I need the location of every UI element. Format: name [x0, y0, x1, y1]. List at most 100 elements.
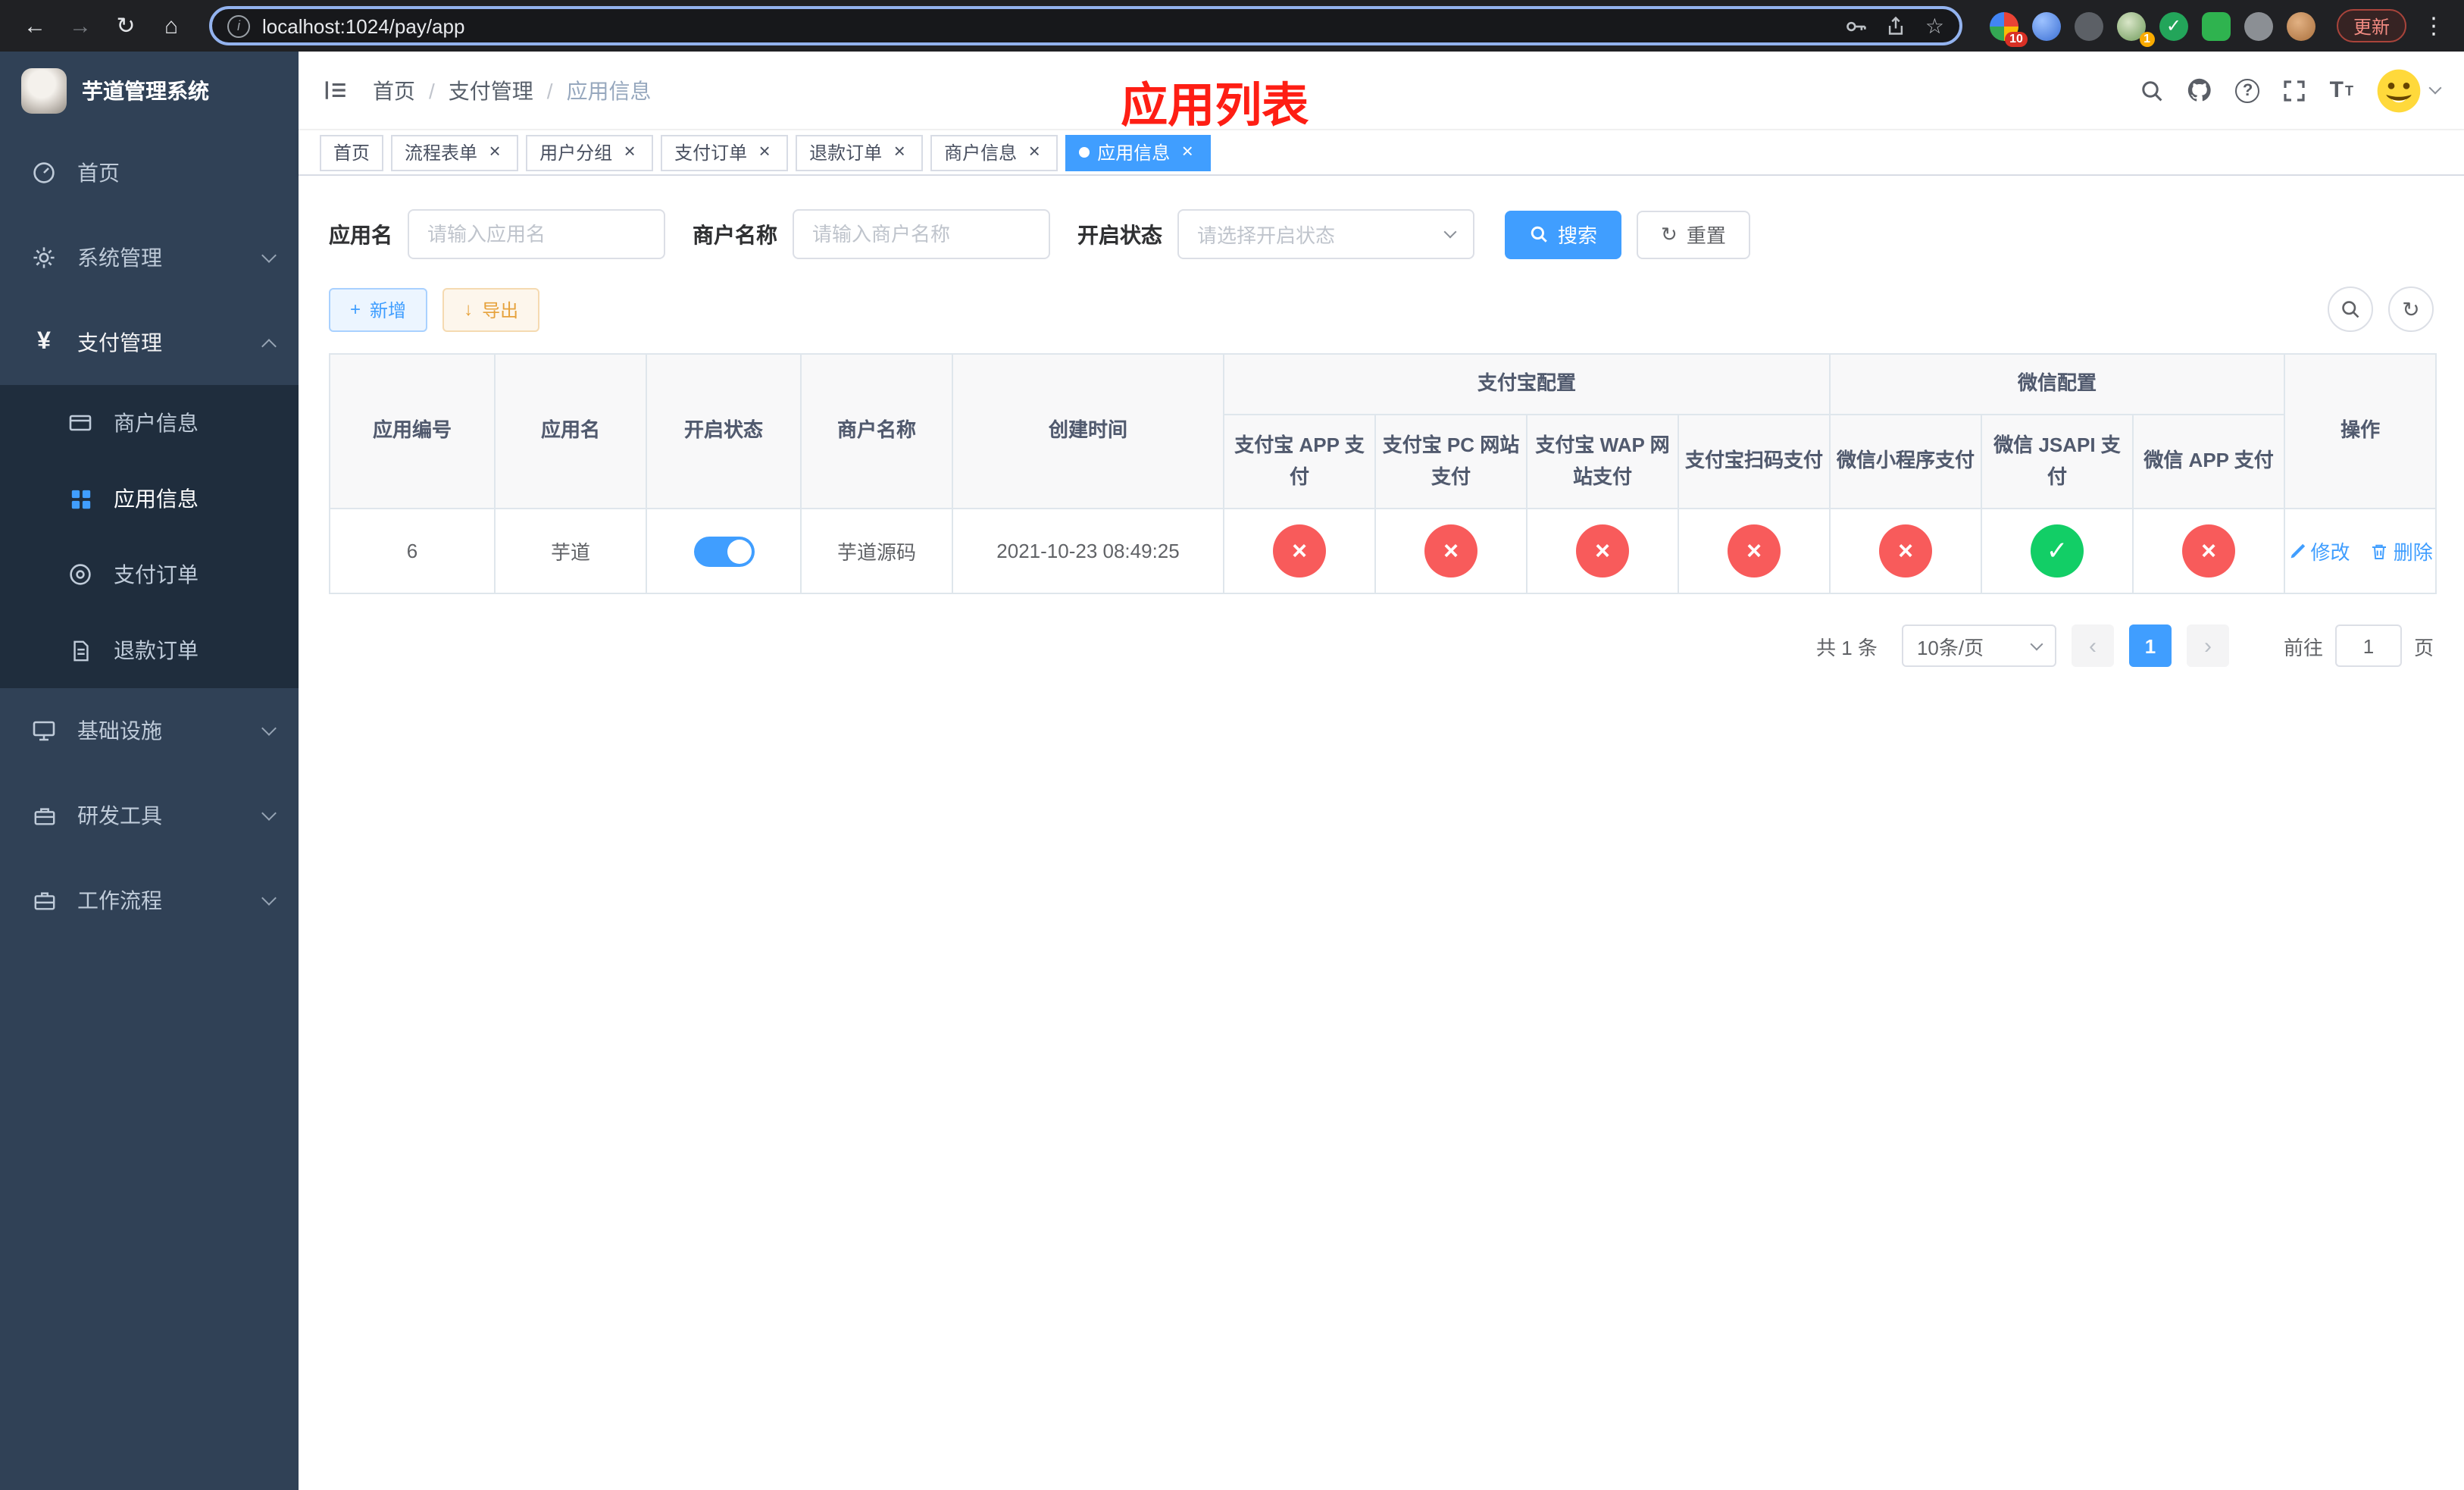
- search-button[interactable]: 搜索: [1505, 210, 1622, 258]
- extension-check-icon[interactable]: [2159, 11, 2188, 40]
- sidebar-item-infrastructure[interactable]: 基础设施: [0, 688, 299, 773]
- status-yes-icon: ✓: [2031, 524, 2084, 578]
- cell-created: 2021-10-23 08:49:25: [952, 508, 1224, 594]
- extension-icon[interactable]: 1: [2116, 11, 2155, 46]
- app-name-label: 应用名: [329, 222, 392, 246]
- tab-refund-orders[interactable]: 退款订单 ×: [796, 134, 924, 171]
- refresh-table-button[interactable]: ↻: [2388, 286, 2434, 332]
- site-info-icon[interactable]: i: [227, 14, 250, 37]
- chevron-down-icon: [261, 806, 277, 821]
- extensions-puzzle-icon[interactable]: [2244, 11, 2273, 40]
- app-table: 应用编号 应用名 开启状态 商户名称 创建时间 支付宝配置 微信配置 操作 支付…: [329, 353, 2437, 594]
- help-icon[interactable]: ?: [2235, 78, 2260, 102]
- extension-icon[interactable]: 10: [1989, 11, 2028, 46]
- tab-close-icon[interactable]: ×: [1177, 141, 1197, 162]
- prev-page-button[interactable]: ‹: [2071, 624, 2114, 667]
- page-1-button[interactable]: 1: [2128, 624, 2172, 667]
- fullscreen-icon[interactable]: [2283, 78, 2307, 102]
- delete-button[interactable]: 删除: [2371, 537, 2433, 565]
- tab-close-icon[interactable]: ×: [890, 141, 909, 162]
- chevron-up-icon: [261, 338, 277, 353]
- page-content: 应用名 商户名称 开启状态 请选择开启状态 搜索 ↻ 重置: [299, 176, 2464, 1490]
- status-no-icon: ×: [1424, 524, 1477, 578]
- cell-alipay-pc: ×: [1374, 508, 1527, 594]
- address-bar[interactable]: i localhost:1024/pay/app ☆: [209, 6, 1962, 45]
- url-text[interactable]: localhost:1024/pay/app: [262, 14, 464, 37]
- tab-close-icon[interactable]: ×: [485, 141, 505, 162]
- next-page-button[interactable]: ›: [2186, 624, 2229, 667]
- breadcrumb-home[interactable]: 首页: [373, 75, 449, 105]
- table-row: 6 芋道 芋道源码 2021-10-23 08:49:25 × × × × × …: [329, 508, 2437, 594]
- extension-icon[interactable]: [2074, 11, 2103, 40]
- browser-home-icon[interactable]: ⌂: [152, 6, 191, 45]
- tab-app-info[interactable]: 应用信息 ×: [1065, 134, 1212, 171]
- user-avatar: [2376, 67, 2422, 113]
- tab-pay-orders[interactable]: 支付订单 ×: [661, 134, 789, 171]
- sidebar-item-system[interactable]: 系统管理: [0, 215, 299, 300]
- tab-close-icon[interactable]: ×: [620, 141, 639, 162]
- chevron-down-icon: [261, 891, 277, 906]
- sidebar-item-label: 支付订单: [114, 562, 199, 587]
- group-wechat-config: 微信配置: [1829, 353, 2286, 415]
- breadcrumb: 首页 支付管理 应用信息: [373, 75, 652, 105]
- browser-menu-icon[interactable]: ⋮: [2419, 12, 2449, 39]
- active-tab-dot: [1079, 147, 1090, 158]
- export-button[interactable]: ↓ 导出: [442, 287, 540, 331]
- gear-icon: [30, 246, 58, 270]
- font-size-icon[interactable]: TT: [2330, 77, 2353, 103]
- page-size-select[interactable]: 10条/页: [1901, 624, 2056, 667]
- tab-close-icon[interactable]: ×: [755, 141, 774, 162]
- extension-badge: 1: [2139, 31, 2155, 46]
- search-icon[interactable]: [2140, 78, 2165, 102]
- tab-close-icon[interactable]: ×: [1024, 141, 1044, 162]
- sidebar-item-dev-tools[interactable]: 研发工具: [0, 773, 299, 858]
- user-menu[interactable]: [2376, 67, 2442, 113]
- edit-button[interactable]: 修改: [2287, 537, 2350, 565]
- chevron-down-icon: [261, 248, 277, 263]
- group-alipay-config: 支付宝配置: [1222, 353, 1831, 415]
- sidebar-item-app-info[interactable]: 应用信息: [0, 461, 299, 537]
- status-select[interactable]: 请选择开启状态: [1177, 209, 1474, 259]
- share-icon[interactable]: [1886, 15, 1907, 36]
- col-operations: 操作: [2284, 353, 2437, 509]
- app-name-input[interactable]: [408, 209, 665, 259]
- breadcrumb-payment[interactable]: 支付管理: [449, 75, 567, 105]
- status-no-icon: ×: [1273, 524, 1326, 578]
- sidebar-item-home[interactable]: 首页: [0, 130, 299, 215]
- merchant-name-input[interactable]: [793, 209, 1050, 259]
- browser-forward-icon[interactable]: →: [61, 6, 100, 45]
- browser-back-icon[interactable]: ←: [15, 6, 55, 45]
- browser-refresh-icon[interactable]: ↻: [106, 6, 145, 45]
- tab-home[interactable]: 首页: [320, 134, 384, 171]
- add-button[interactable]: + 新增: [329, 287, 428, 331]
- cell-alipay-app: ×: [1223, 508, 1376, 594]
- goto-page-input[interactable]: [2334, 624, 2402, 667]
- reset-button[interactable]: ↻ 重置: [1637, 210, 1750, 258]
- github-icon[interactable]: [2187, 77, 2213, 103]
- status-toggle[interactable]: [693, 536, 754, 566]
- sidebar-item-merchant-info[interactable]: 商户信息: [0, 385, 299, 461]
- sidebar-item-label: 支付管理: [77, 330, 162, 355]
- bookmark-star-icon[interactable]: ☆: [1925, 13, 1944, 39]
- table-toolbar: + 新增 ↓ 导出 ↻: [329, 286, 2434, 332]
- sidebar-item-payment[interactable]: ¥ 支付管理: [0, 300, 299, 385]
- tab-process-form[interactable]: 流程表单 ×: [391, 134, 519, 171]
- toggle-search-button[interactable]: [2328, 286, 2373, 332]
- sidebar-item-pay-orders[interactable]: 支付订单: [0, 537, 299, 612]
- sidebar-item-workflow[interactable]: 工作流程: [0, 858, 299, 943]
- extension-icon[interactable]: [2031, 11, 2061, 40]
- tab-user-group[interactable]: 用户分组 ×: [526, 134, 654, 171]
- sidebar-fold-icon[interactable]: [323, 77, 349, 103]
- chrome-update-button[interactable]: 更新: [2336, 9, 2406, 42]
- sidebar-logo-row[interactable]: 芋道管理系统: [0, 52, 299, 130]
- profile-avatar[interactable]: [2286, 11, 2315, 40]
- extension-icon[interactable]: [2201, 11, 2231, 40]
- tab-merchant-info[interactable]: 商户信息 ×: [930, 134, 1058, 171]
- monitor-icon: [30, 718, 58, 743]
- col-app-name: 应用名: [494, 353, 647, 509]
- password-key-icon[interactable]: [1845, 14, 1868, 37]
- sidebar-item-refund-orders[interactable]: 退款订单: [0, 612, 299, 688]
- col-alipay-app: 支付宝 APP 支付: [1223, 414, 1376, 509]
- col-wx-jsapi: 微信 JSAPI 支付: [1981, 414, 2134, 509]
- merchant-name-label: 商户名称: [693, 222, 777, 246]
